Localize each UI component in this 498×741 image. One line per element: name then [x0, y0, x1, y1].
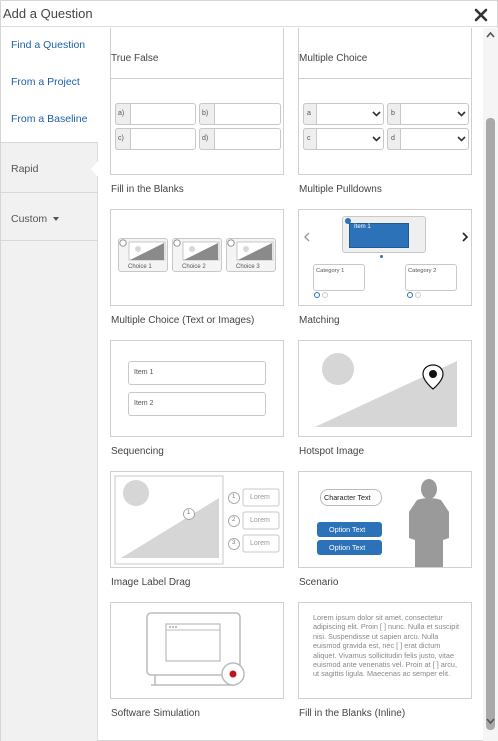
sidebar-item-rapid[interactable]: Rapid: [11, 163, 38, 175]
pulldown-label: b: [391, 110, 395, 117]
category-label: Category 2: [408, 268, 437, 274]
image-placeholder-icon: [173, 239, 220, 261]
image-placeholder-icon: [227, 239, 274, 261]
pulldown-label: a: [307, 110, 311, 117]
fill-in-the-blanks-label[interactable]: Fill in the Blanks: [111, 184, 184, 195]
choice-label: Choice 3: [236, 264, 260, 270]
radio-icon: [322, 292, 328, 298]
option-text: Option Text: [329, 525, 366, 534]
label-number: 1: [232, 494, 236, 500]
from-project-link[interactable]: From a Project: [11, 76, 80, 88]
multiple-choice-images-label[interactable]: Multiple Choice (Text or Images): [111, 315, 254, 326]
blank-label: a): [118, 110, 125, 117]
choice-label: Choice 1: [128, 264, 152, 270]
title-bar: Add a Question: [1, 1, 497, 27]
chevron-down-icon: [457, 111, 466, 117]
blank-label: c): [118, 135, 124, 142]
matching-card[interactable]: Item 1 Category 1 Category 2: [298, 209, 472, 306]
label-number: 2: [232, 517, 236, 523]
sequence-item-label: Item 1: [134, 369, 154, 376]
drag-label: Lorem: [250, 517, 270, 524]
custom-label: Custom: [11, 213, 48, 225]
multiple-pulldowns-label[interactable]: Multiple Pulldowns: [299, 184, 382, 195]
true-false-label[interactable]: True False: [111, 53, 158, 64]
hotspot-image-icon: [315, 353, 457, 427]
scrollbar[interactable]: [483, 28, 498, 741]
blank-label: d): [202, 135, 209, 142]
image-label-drag-card[interactable]: 1 1 2 3 Lorem Lorem Lorem: [110, 471, 284, 568]
question-type-grid: True False Multiple Choice a) b) c) d) F…: [99, 28, 483, 741]
image-label-drag-label[interactable]: Image Label Drag: [111, 577, 191, 588]
sidebar-item-custom[interactable]: Custom: [11, 213, 60, 225]
drag-label: Lorem: [250, 494, 270, 501]
info-icon: [345, 218, 351, 224]
scroll-down-icon[interactable]: [485, 716, 496, 726]
marker-number: 1: [187, 510, 191, 516]
drag-label: Lorem: [250, 540, 270, 547]
chevron-down-icon: [372, 136, 381, 142]
sequencing-label[interactable]: Sequencing: [111, 446, 164, 457]
find-question-link[interactable]: Find a Question: [11, 39, 85, 51]
scroll-up-icon[interactable]: [485, 30, 496, 40]
scroll-thumb[interactable]: [486, 118, 495, 730]
sequencing-card[interactable]: Item 1 Item 2: [110, 340, 284, 437]
hotspot-image-card[interactable]: [298, 340, 472, 437]
multiple-choice-images-card[interactable]: Choice 1 Choice 2 Choice 3: [110, 209, 284, 306]
software-simulation-icon: [146, 612, 245, 686]
sequence-item-label: Item 2: [134, 400, 154, 407]
blank-label: b): [202, 110, 209, 117]
multiple-choice-label[interactable]: Multiple Choice: [299, 53, 367, 64]
add-question-dialog: Add a Question Find a Question From a Pr…: [0, 0, 498, 741]
inline-lorem-text: Lorem ipsum dolor sit amet, consectetur …: [313, 613, 460, 679]
image-placeholder-icon: [119, 239, 166, 261]
chevron-right-icon: [462, 232, 469, 242]
fill-in-the-blanks-card[interactable]: a) b) c) d): [110, 78, 284, 175]
fill-in-the-blanks-inline-label[interactable]: Fill in the Blanks (Inline): [299, 708, 405, 719]
selected-pointer: [91, 160, 99, 178]
person-silhouette-icon: [409, 479, 449, 567]
choice-label: Choice 2: [182, 264, 206, 270]
sidebar-divider: [1, 192, 98, 193]
chevron-left-icon: [304, 232, 310, 242]
radio-icon: [415, 292, 421, 298]
category-label: Category 1: [316, 268, 345, 274]
software-simulation-card[interactable]: [110, 602, 284, 699]
chevron-down-icon: [372, 111, 381, 117]
option-text: Option Text: [329, 543, 366, 552]
sidebar-divider: [1, 142, 98, 143]
label-number: 3: [232, 540, 236, 546]
fill-in-the-blanks-inline-card[interactable]: Lorem ipsum dolor sit amet, consectetur …: [298, 602, 472, 699]
pager-dot: [380, 255, 383, 258]
pulldown-label: d: [391, 135, 395, 142]
caret-down-icon: [53, 217, 60, 222]
item-label: Item 1: [354, 224, 371, 230]
pulldown-label: c: [307, 135, 311, 142]
sidebar-divider: [1, 240, 98, 241]
speech-bubble-text: Character Text: [324, 493, 371, 502]
hotspot-image-label[interactable]: Hotspot Image: [299, 446, 364, 457]
software-simulation-label[interactable]: Software Simulation: [111, 708, 200, 719]
matching-label[interactable]: Matching: [299, 315, 340, 326]
dialog-title: Add a Question: [3, 6, 93, 21]
scenario-label[interactable]: Scenario: [299, 577, 338, 588]
sidebar: Find a Question From a Project From a Ba…: [1, 28, 99, 741]
from-baseline-link[interactable]: From a Baseline: [11, 113, 87, 125]
close-icon[interactable]: [473, 7, 489, 23]
multiple-pulldowns-card[interactable]: a b c d: [298, 78, 472, 175]
radio-icon: [407, 292, 413, 298]
radio-icon: [314, 292, 320, 298]
chevron-down-icon: [457, 136, 466, 142]
scenario-card[interactable]: Character Text Option Text Option Text: [298, 471, 472, 568]
